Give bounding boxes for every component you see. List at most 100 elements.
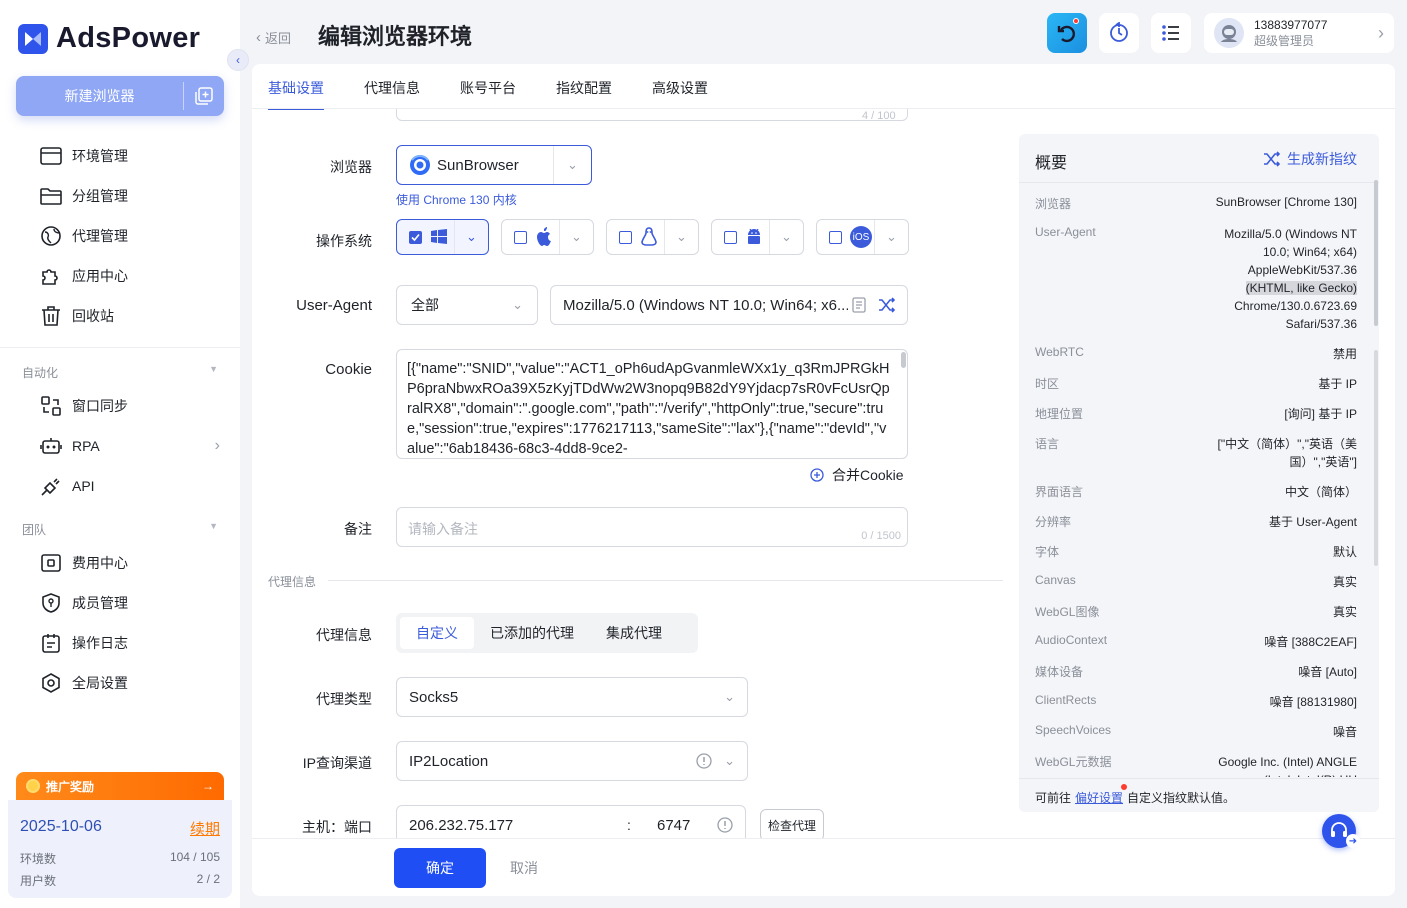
folder-icon	[40, 188, 62, 205]
summary-key: 分辨率	[1035, 515, 1072, 529]
note-counter: 0 / 1500	[861, 530, 901, 542]
sidebar-item-apps[interactable]: 应用中心	[40, 266, 128, 286]
shuffle-icon[interactable]	[878, 297, 895, 313]
batch-add-icon[interactable]	[184, 76, 224, 116]
ok-button[interactable]: 确定	[394, 848, 486, 888]
os-option-windows[interactable]: ⌄	[396, 219, 489, 255]
sunbrowser-update-button[interactable]	[1047, 13, 1087, 53]
proxy-type-select[interactable]: Socks5 ⌄	[396, 677, 748, 717]
chevron-down-icon[interactable]: ⌄	[664, 220, 698, 254]
sidebar-item-settings[interactable]: 全局设置	[40, 673, 128, 693]
summary-value: 噪音 [388C2EAF]	[1264, 635, 1357, 649]
sidebar-item-billing[interactable]: 费用中心	[40, 553, 128, 573]
notification-dot	[1073, 18, 1079, 24]
android-icon	[748, 228, 760, 244]
summary-scrollbar-track[interactable]	[1374, 350, 1378, 566]
summary-row: 字体 默认	[1035, 543, 1357, 560]
summary-row: 界面语言 中文（简体）	[1035, 483, 1357, 500]
support-button[interactable]: ➜	[1322, 814, 1360, 848]
task-list-button[interactable]	[1151, 13, 1191, 53]
port-value: 6747	[657, 816, 691, 834]
automation-section-header[interactable]: 自动化 ▼	[22, 364, 218, 381]
promo-banner[interactable]: 推广奖励 →	[16, 772, 224, 800]
os-option-ios[interactable]: iOS ⌄	[816, 219, 909, 255]
note-input[interactable]: 请输入备注 0 / 1500	[396, 507, 908, 547]
proxy-mode-integrated[interactable]: 集成代理	[590, 617, 678, 649]
sidebar-item-members[interactable]: 成员管理	[40, 593, 128, 613]
summary-title: 概要	[1035, 155, 1068, 172]
renew-link[interactable]: 续期	[190, 818, 220, 839]
sidebar-item-env[interactable]: 环境管理	[40, 146, 128, 166]
info-icon[interactable]	[696, 753, 712, 769]
back-link[interactable]: ‹ 返回	[256, 28, 291, 47]
cookie-value: [{"name":"SNID","value":"ACT1_oPh6udApGv…	[407, 361, 890, 457]
tab-basic[interactable]: 基础设置	[268, 78, 324, 110]
proxy-icon	[41, 226, 61, 246]
sync-button[interactable]	[1099, 13, 1139, 53]
sync-window-icon	[41, 396, 61, 416]
chevron-left-icon: ‹	[256, 29, 261, 46]
summary-key: ClientRects	[1035, 693, 1097, 707]
cookie-textarea[interactable]: [{"name":"SNID","value":"ACT1_oPh6udApGv…	[396, 349, 908, 459]
team-section-header[interactable]: 团队 ▼	[22, 521, 218, 538]
user-menu[interactable]: 13883977077 超级管理员 ›	[1204, 13, 1394, 53]
chevron-down-icon[interactable]: ⌄	[874, 220, 908, 254]
sidebar-item-rpa[interactable]: RPA ›	[40, 436, 220, 456]
name-counter: 4 / 100	[862, 110, 896, 122]
summary-row: WebRTC 禁用	[1035, 345, 1357, 362]
tab-accounts[interactable]: 账号平台	[460, 78, 516, 110]
proxy-mode-custom[interactable]: 自定义	[400, 617, 474, 649]
cancel-button[interactable]: 取消	[510, 858, 538, 878]
textarea-scrollbar[interactable]	[901, 352, 906, 368]
sidebar-item-label: 费用中心	[72, 555, 128, 571]
new-browser-button[interactable]: 新建浏览器	[16, 76, 224, 116]
os-option-mac[interactable]: ⌄	[501, 219, 594, 255]
summary-row: WebGL元数据 Google Inc. (Intel) ANGLE (Intel…	[1035, 753, 1357, 777]
sidebar-item-group[interactable]: 分组管理	[40, 186, 128, 206]
summary-scrollbar-thumb[interactable]	[1374, 180, 1378, 326]
tab-proxy[interactable]: 代理信息	[364, 78, 420, 110]
ip-channel-label: IP查询渠道	[302, 755, 372, 771]
ua-input[interactable]: Mozilla/5.0 (Windows NT 10.0; Win64; x6.…	[550, 285, 908, 325]
summary-panel: 概要 生成新指纹 浏览器 SunBrowser [Chrome 130] User…	[1019, 134, 1379, 812]
chevron-down-icon[interactable]: ⌄	[769, 220, 803, 254]
info-icon[interactable]	[717, 817, 733, 833]
tab-advanced[interactable]: 高级设置	[652, 78, 708, 110]
sidebar-item-proxy[interactable]: 代理管理	[40, 226, 128, 246]
chevron-down-icon[interactable]: ⌄	[559, 220, 593, 254]
checkbox[interactable]	[619, 230, 632, 244]
checkbox[interactable]	[724, 230, 737, 244]
divider	[328, 580, 1003, 581]
os-option-linux[interactable]: ⌄	[606, 219, 699, 255]
preferences-link[interactable]: 偏好设置	[1075, 789, 1123, 806]
sidebar-item-log[interactable]: 操作日志	[40, 633, 128, 653]
summary-row: 媒体设备 噪音 [Auto]	[1035, 663, 1357, 680]
merge-cookie-button[interactable]: 合并Cookie	[810, 465, 904, 485]
app-logo[interactable]: AdsPower	[18, 22, 200, 55]
sidebar-item-window-sync[interactable]: 窗口同步	[40, 396, 128, 416]
divider	[0, 347, 240, 348]
sidebar-item-trash[interactable]: 回收站	[40, 306, 114, 326]
plan-card: 2025-10-06 续期 环境数 104 / 105 用户数 2 / 2	[8, 800, 232, 898]
check-proxy-button[interactable]: 检查代理	[760, 809, 824, 841]
ip-channel-select[interactable]: IP2Location ⌄	[396, 741, 748, 781]
sidebar-item-api[interactable]: API	[40, 476, 95, 496]
collapse-sidebar-button[interactable]: ‹	[227, 49, 249, 71]
ua-filter-select[interactable]: 全部 ⌄	[396, 285, 538, 325]
astronaut-avatar-icon	[1221, 25, 1237, 42]
document-icon[interactable]	[852, 297, 866, 313]
checkbox[interactable]	[829, 230, 842, 244]
browser-select[interactable]: SunBrowser ⌄	[396, 145, 592, 185]
chevron-down-icon: ⌄	[512, 297, 523, 312]
tab-fingerprint[interactable]: 指纹配置	[556, 78, 612, 110]
chevron-down-icon[interactable]: ⌄	[454, 220, 488, 254]
checkbox[interactable]	[514, 230, 527, 244]
env-count-label: 环境数	[20, 852, 57, 866]
ua-value: Mozilla/5.0 (Windows NT 10.0; Win64; x6.…	[563, 296, 848, 314]
proxy-mode-saved[interactable]: 已添加的代理	[474, 617, 590, 649]
checkbox-checked[interactable]	[409, 230, 422, 244]
generate-fingerprint-button[interactable]: 生成新指纹	[1263, 149, 1357, 169]
os-option-android[interactable]: ⌄	[711, 219, 804, 255]
sidebar-item-label: API	[72, 478, 95, 494]
env-name-input[interactable]	[396, 109, 908, 121]
